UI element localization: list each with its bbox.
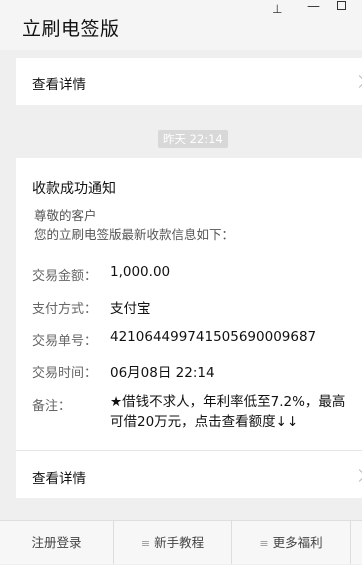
- greeting-text: 尊敬的客户: [34, 208, 97, 223]
- payment-method-label: 支付方式：: [32, 302, 98, 317]
- payment-notice-card: 收款成功通知 尊敬的客户 您的立刷电签版最新收款信息如下： 交易金额： 1,00…: [16, 158, 362, 498]
- tab-more-benefits[interactable]: ≡ 更多福利: [232, 521, 350, 564]
- tab-label: 更多福利: [272, 535, 323, 550]
- payment-method-value: 支付宝: [110, 301, 151, 317]
- chevron-right-icon: [353, 75, 362, 88]
- app-title: 立刷电签版: [22, 18, 120, 40]
- order-number-value: 421064499741505690009687: [110, 329, 317, 345]
- tab-beginner-tutorial[interactable]: ≡ 新手教程: [114, 521, 231, 564]
- pin-icon[interactable]: ⊥: [272, 2, 282, 16]
- card-divider: [16, 450, 362, 451]
- message-timestamp: 昨天 22:14: [158, 130, 228, 148]
- notice-title: 收款成功通知: [32, 181, 116, 197]
- amount-value: 1,000.00: [110, 264, 171, 280]
- order-number-label: 交易单号：: [32, 334, 98, 349]
- amount-label: 交易金额：: [32, 269, 98, 284]
- title-bar: 立刷电签版 ⊥ —: [0, 0, 362, 50]
- maximize-icon[interactable]: [337, 1, 346, 10]
- menu-lines-icon: ≡: [259, 537, 269, 550]
- minimize-icon[interactable]: —: [307, 0, 320, 14]
- view-details-link[interactable]: 查看详情: [32, 467, 86, 487]
- view-details-row-top[interactable]: 查看详情: [16, 58, 362, 105]
- transaction-time-label: 交易时间：: [32, 366, 98, 381]
- tab-label: 新手教程: [154, 535, 205, 550]
- view-details-label: 查看详情: [32, 77, 86, 93]
- bottom-menu-bar: 注册登录 ≡ 新手教程 ≡ 更多福利: [0, 520, 362, 564]
- chevron-right-icon[interactable]: [353, 469, 362, 482]
- transaction-time-value: 06月08日 22:14: [110, 365, 215, 381]
- tab-register-login[interactable]: 注册登录: [0, 521, 113, 564]
- tab-separator: [350, 521, 351, 564]
- menu-lines-icon: ≡: [140, 537, 151, 550]
- tab-label: 注册登录: [31, 535, 82, 550]
- intro-text: 您的立刷电签版最新收款信息如下：: [34, 227, 235, 242]
- remark-label: 备注：: [32, 399, 72, 414]
- remark-value: ★借钱不求人，年利率低至7.2%，最高可借20万元，点击查看额度↓↓: [110, 394, 346, 430]
